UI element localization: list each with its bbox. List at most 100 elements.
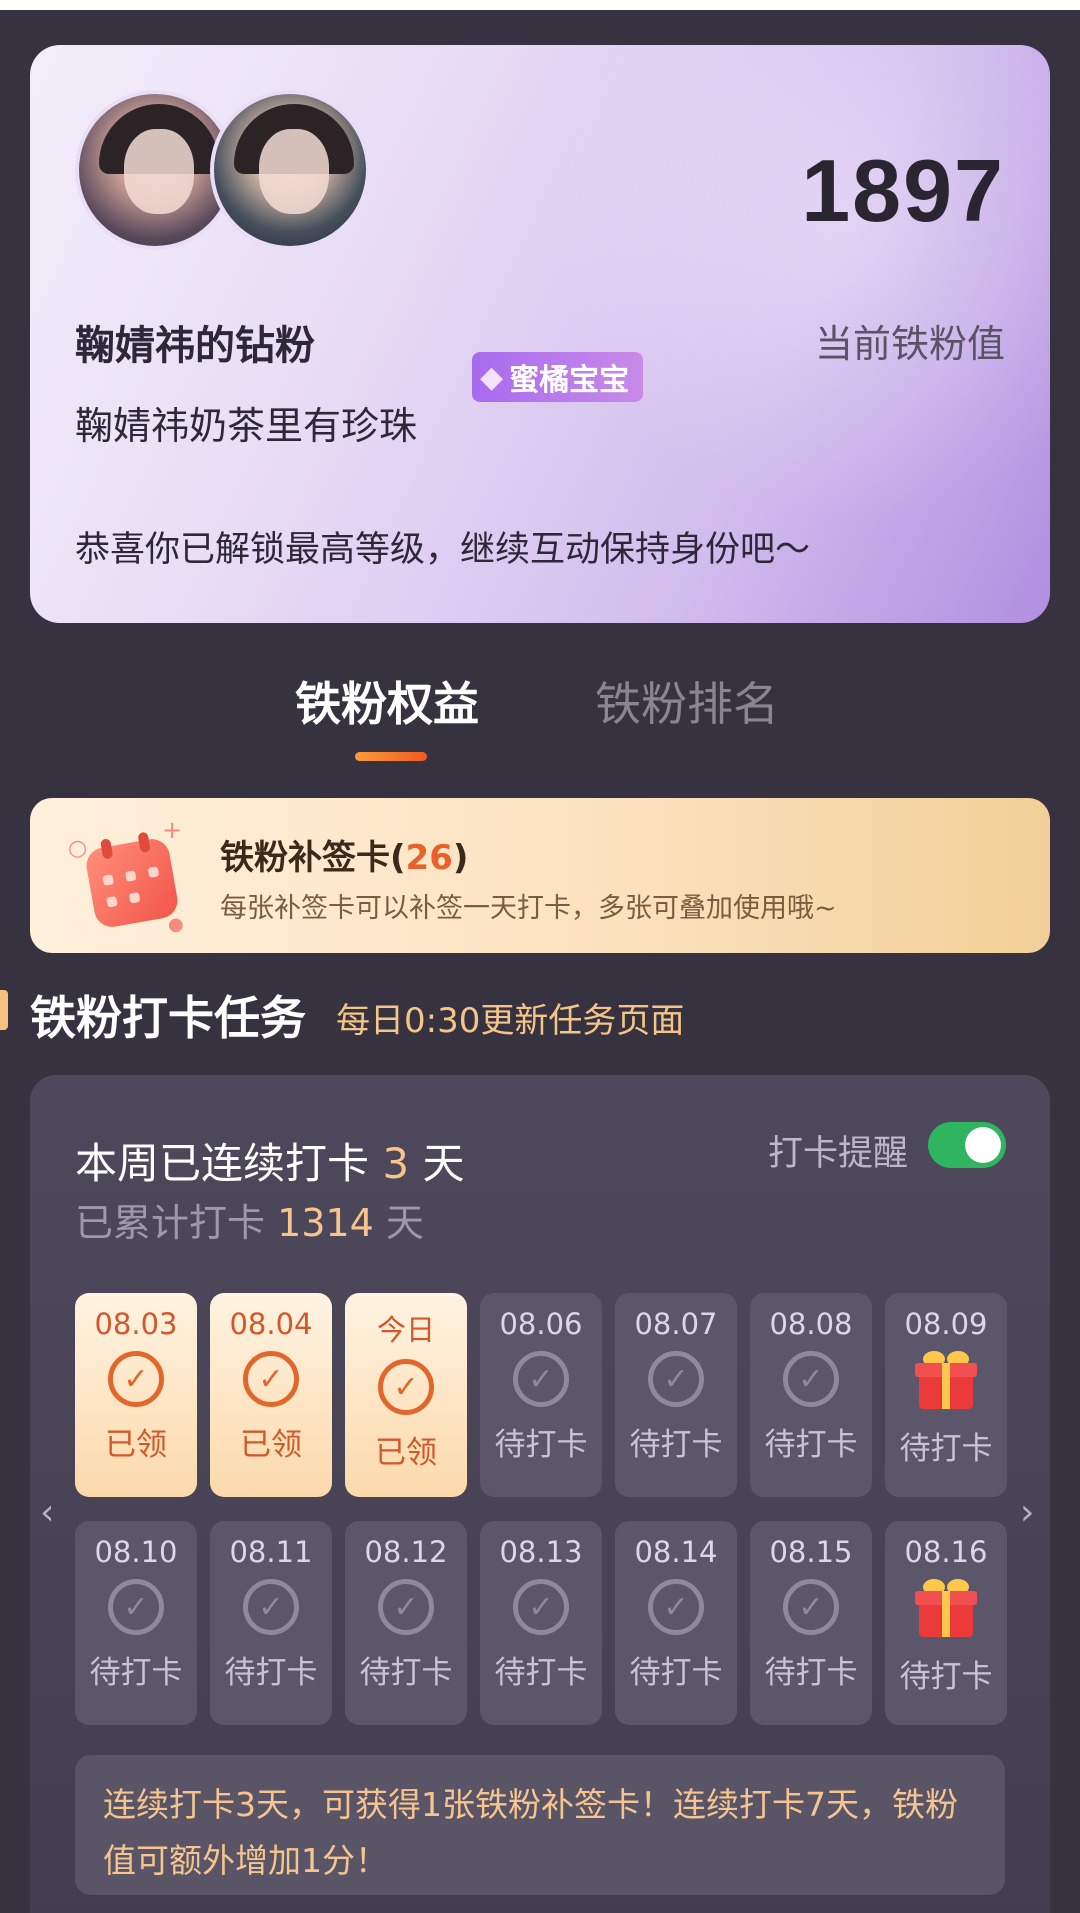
card-glow bbox=[550, 45, 1050, 525]
level-message: 恭喜你已解锁最高等级，继续互动保持身份吧～ bbox=[75, 530, 811, 570]
chevron-right-icon[interactable]: › bbox=[1020, 1492, 1034, 1533]
check-circle-icon: ✓ bbox=[243, 1579, 299, 1635]
checkin-day[interactable]: 08.06 ✓ 待打卡 bbox=[480, 1293, 602, 1497]
sparkle-icon: ○ bbox=[68, 836, 88, 861]
checkin-day-status: 待打卡 bbox=[224, 1655, 318, 1691]
check-circle-icon: ✓ bbox=[648, 1351, 704, 1407]
checkin-day[interactable]: 08.09 待打卡 bbox=[885, 1293, 1007, 1497]
checkin-day-date: 08.07 bbox=[634, 1307, 718, 1341]
checkin-day[interactable]: 08.12 ✓ 待打卡 bbox=[345, 1521, 467, 1725]
checkin-panel: 本周已连续打卡 3 天 已累计打卡 1314 天 打卡提醒 08.03 ✓ 已领 08… bbox=[30, 1075, 1050, 1913]
check-circle-icon: ✓ bbox=[648, 1579, 704, 1635]
streak-unit: 天 bbox=[422, 1139, 465, 1188]
check-circle-icon: ✓ bbox=[108, 1351, 164, 1407]
checkin-day-status: 待打卡 bbox=[89, 1655, 183, 1691]
checkin-day-status: 待打卡 bbox=[764, 1655, 858, 1691]
checkin-day[interactable]: 08.03 ✓ 已领 bbox=[75, 1293, 197, 1497]
checkin-day[interactable]: 08.04 ✓ 已领 bbox=[210, 1293, 332, 1497]
calendar-ring bbox=[137, 831, 151, 853]
active-tab-indicator bbox=[355, 752, 427, 761]
calendar-dot bbox=[147, 866, 160, 878]
gift-icon bbox=[915, 1577, 977, 1639]
fan-score-label: 当前铁粉值 bbox=[814, 322, 1005, 366]
checkin-day-status: 已领 bbox=[105, 1427, 167, 1463]
check-circle-icon: ✓ bbox=[783, 1351, 839, 1407]
checkin-day[interactable]: 今日 ✓ 已领 bbox=[345, 1293, 467, 1497]
fan-badge[interactable]: ◆ 蜜橘宝宝 bbox=[472, 352, 644, 402]
checkin-day-date: 08.16 bbox=[904, 1535, 988, 1569]
makeup-card-title: 铁粉补签卡(26) bbox=[220, 838, 469, 878]
reminder-toggle[interactable] bbox=[928, 1122, 1006, 1168]
reminder-label: 打卡提醒 bbox=[768, 1134, 909, 1174]
checkin-day-status: 待打卡 bbox=[899, 1431, 993, 1467]
checkin-day-date: 08.06 bbox=[499, 1307, 583, 1341]
checkin-day-date: 08.12 bbox=[364, 1535, 448, 1569]
checkin-day-date: 今日 bbox=[376, 1313, 435, 1347]
checkin-day-status: 已领 bbox=[375, 1435, 437, 1471]
checkin-rules-note: 连续打卡3天，可获得1张铁粉补签卡！连续打卡7天，铁粉值可额外增加1分！ bbox=[75, 1755, 1005, 1895]
streak-prefix: 本周已连续打卡 bbox=[75, 1139, 370, 1188]
checkin-day-date: 08.04 bbox=[229, 1307, 313, 1341]
calendar-dot bbox=[124, 870, 137, 882]
chevron-left-icon[interactable]: ‹ bbox=[40, 1492, 54, 1533]
tab-fan-benefits[interactable]: 铁粉权益 bbox=[295, 668, 479, 734]
checkin-day-status: 待打卡 bbox=[764, 1427, 858, 1463]
checkin-day[interactable]: 08.07 ✓ 待打卡 bbox=[615, 1293, 737, 1497]
checkin-day-date: 08.14 bbox=[634, 1535, 718, 1569]
diamond-icon: ◆ bbox=[480, 359, 504, 395]
checkin-day[interactable]: 08.13 ✓ 待打卡 bbox=[480, 1521, 602, 1725]
fan-badge-label: 蜜橘宝宝 bbox=[509, 363, 630, 398]
sparkle-icon: + bbox=[162, 816, 183, 844]
checkin-day-date: 08.15 bbox=[769, 1535, 853, 1569]
streak-days: 3 bbox=[382, 1139, 410, 1188]
checkin-day-status: 已领 bbox=[240, 1427, 302, 1463]
calendar-dot bbox=[102, 874, 114, 886]
tab-fan-ranking[interactable]: 铁粉排名 bbox=[595, 668, 779, 734]
fan-profile-card: 鞠婧祎的钻粉 鞠婧祎奶茶里有珍珠 ◆ 蜜橘宝宝 1897 当前铁粉值 恭喜你已解… bbox=[30, 45, 1050, 623]
total-checkins: 已累计打卡 1314 天 bbox=[75, 1192, 424, 1247]
checkin-day[interactable]: 08.10 ✓ 待打卡 bbox=[75, 1521, 197, 1725]
total-prefix: 已累计打卡 bbox=[75, 1201, 266, 1245]
avatar-idol[interactable] bbox=[210, 90, 370, 250]
checkin-day-status: 待打卡 bbox=[629, 1655, 723, 1691]
checkin-day-date: 08.08 bbox=[769, 1307, 853, 1341]
makeup-card-description: 每张补签卡可以补签一天打卡，多张可叠加使用哦~ bbox=[220, 893, 837, 924]
checkin-day[interactable]: 08.11 ✓ 待打卡 bbox=[210, 1521, 332, 1725]
checkin-calendar: 08.03 ✓ 已领 08.04 ✓ 已领 今日 ✓ 已领 08.06 ✓ 待打卡 08.07 ✓ 待打卡 0… bbox=[75, 1293, 1007, 1725]
checkin-day[interactable]: 08.16 待打卡 bbox=[885, 1521, 1007, 1725]
calendar-ring bbox=[100, 838, 114, 860]
checkin-day-date: 08.03 bbox=[94, 1307, 178, 1341]
gift-ribbon bbox=[942, 1591, 950, 1637]
total-days: 1314 bbox=[277, 1201, 374, 1245]
checkin-day[interactable]: 08.08 ✓ 待打卡 bbox=[750, 1293, 872, 1497]
gift-icon bbox=[915, 1349, 977, 1411]
checkin-day-status: 待打卡 bbox=[629, 1427, 723, 1463]
check-circle-icon: ✓ bbox=[243, 1351, 299, 1407]
calendar-icon bbox=[83, 831, 181, 930]
calendar-dot bbox=[128, 891, 141, 904]
total-unit: 天 bbox=[385, 1201, 424, 1245]
gift-ribbon bbox=[942, 1363, 950, 1409]
check-circle-icon: ✓ bbox=[378, 1359, 434, 1415]
checkin-day[interactable]: 08.14 ✓ 待打卡 bbox=[615, 1521, 737, 1725]
checkin-day-status: 待打卡 bbox=[494, 1655, 588, 1691]
checkin-day-status: 待打卡 bbox=[494, 1427, 588, 1463]
makeup-card-banner[interactable]: ○ + ● 铁粉补签卡(26) 每张补签卡可以补签一天打卡，多张可叠加使用哦~ bbox=[30, 798, 1050, 953]
checkin-day-date: 08.10 bbox=[94, 1535, 178, 1569]
check-circle-icon: ✓ bbox=[378, 1579, 434, 1635]
makeup-card-name: 铁粉补签卡 bbox=[220, 838, 390, 878]
status-strip bbox=[0, 0, 1080, 10]
checkin-section-title: 铁粉打卡任务 bbox=[30, 991, 306, 1045]
check-circle-icon: ✓ bbox=[108, 1579, 164, 1635]
fan-level-title: 鞠婧祎的钻粉 bbox=[75, 323, 315, 369]
checkin-day-date: 08.13 bbox=[499, 1535, 583, 1569]
checkin-day-date: 08.11 bbox=[229, 1535, 313, 1569]
checkin-day-date: 08.09 bbox=[904, 1307, 988, 1341]
check-circle-icon: ✓ bbox=[513, 1351, 569, 1407]
checkin-day-status: 待打卡 bbox=[359, 1655, 453, 1691]
checkin-section-note: 每日0:30更新任务页面 bbox=[336, 1001, 685, 1041]
avatar-face bbox=[259, 129, 329, 214]
checkin-day[interactable]: 08.15 ✓ 待打卡 bbox=[750, 1521, 872, 1725]
makeup-card-count: 26 bbox=[405, 838, 453, 878]
fan-nickname: 鞠婧祎奶茶里有珍珠 bbox=[75, 404, 418, 448]
